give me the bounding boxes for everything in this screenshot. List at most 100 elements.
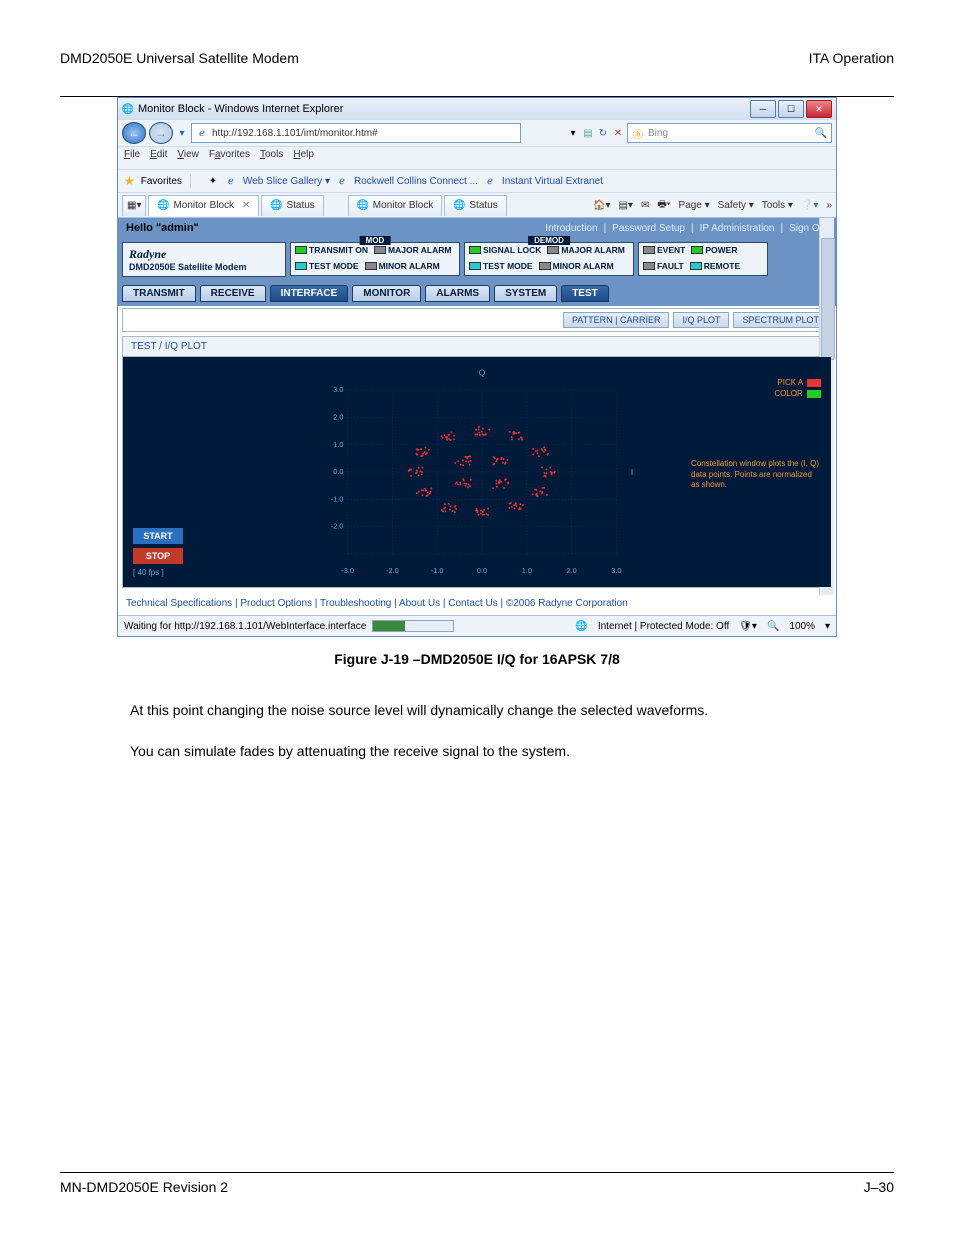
sub-tabs-row: PATTERN | CARRIERI/Q PLOTSPECTRUM PLOT: [122, 308, 832, 332]
svg-text:0.0: 0.0: [333, 467, 343, 476]
nav-tab-transmit[interactable]: TRANSMIT: [122, 285, 196, 302]
nav-tab-test[interactable]: TEST: [561, 285, 609, 302]
safety-menu[interactable]: Safety ▾: [718, 200, 754, 211]
search-icon[interactable]: 🔍: [815, 127, 827, 139]
color-label: COLOR: [774, 389, 802, 398]
swatch-red[interactable]: [807, 379, 821, 387]
dropdown-icon[interactable]: ▾: [176, 127, 188, 139]
print-icon[interactable]: 🖶▾: [657, 197, 670, 214]
led-label: FAULT: [657, 261, 684, 271]
sub-tab[interactable]: SPECTRUM PLOT: [733, 312, 828, 328]
tab-icon: 🌐: [357, 200, 369, 212]
nav-tab-interface[interactable]: INTERFACE: [270, 285, 349, 302]
help-icon[interactable]: ❔▾: [801, 200, 818, 211]
sub-tab[interactable]: I/Q PLOT: [673, 312, 729, 328]
top-link-2[interactable]: IP Administration: [700, 223, 775, 234]
compat-icon[interactable]: ▤: [582, 127, 594, 139]
svg-text:3.0: 3.0: [333, 385, 343, 394]
nav-tab-alarms[interactable]: ALARMS: [425, 285, 490, 302]
led-item: EVENT: [643, 245, 685, 255]
favorites-star-icon[interactable]: ★: [124, 174, 135, 188]
stop-button[interactable]: STOP: [133, 548, 183, 564]
fav-page-icon-2: ℯ: [336, 175, 348, 187]
led-label: TEST MODE: [483, 261, 533, 271]
menu-file[interactable]: File: [124, 149, 140, 167]
tools-menu[interactable]: Tools ▾: [762, 200, 793, 211]
back-button[interactable]: ←: [122, 122, 146, 144]
tab-2-label: Monitor Block: [373, 200, 434, 211]
tab-3[interactable]: 🌐 Status: [444, 195, 506, 216]
minimize-button[interactable]: ─: [750, 100, 776, 118]
svg-text:1.0: 1.0: [522, 566, 532, 575]
led-label: SIGNAL LOCK: [483, 245, 541, 255]
scrollbar-thumb[interactable]: [821, 238, 835, 360]
tab-1[interactable]: 🌐 Status: [261, 195, 323, 216]
home-icon[interactable]: 🏠▾: [593, 200, 610, 211]
close-button[interactable]: ✕: [806, 100, 832, 118]
maximize-button[interactable]: ☐: [778, 100, 804, 118]
address-bar[interactable]: ℯ http://192.168.1.101/imt/monitor.htm#: [191, 123, 521, 143]
zoom-icon[interactable]: 🔍: [767, 621, 779, 632]
tab-close-icon[interactable]: ✕: [242, 200, 250, 211]
swatch-green[interactable]: [807, 390, 821, 398]
search-box[interactable]: ⓑ Bing 🔍: [627, 123, 832, 143]
nav-tab-monitor[interactable]: MONITOR: [352, 285, 421, 302]
tab-icon: 🌐: [157, 200, 169, 212]
bing-icon: ⓑ: [632, 127, 644, 139]
doc-header-right: ITA Operation: [809, 50, 894, 66]
forward-button[interactable]: →: [149, 122, 173, 144]
progress-bar: [372, 620, 454, 632]
expand-icon[interactable]: »: [826, 200, 832, 211]
menu-bar: File Edit View Favorites Tools Help: [118, 146, 836, 169]
nav-tab-receive[interactable]: RECEIVE: [200, 285, 266, 302]
top-link-0[interactable]: Introduction: [545, 223, 597, 234]
top-link-1[interactable]: Password Setup: [612, 223, 685, 234]
fps-readout: [ 40 fps ]: [133, 568, 273, 577]
plot-panel-title: TEST / I/Q PLOT: [123, 337, 831, 357]
svg-text:2.0: 2.0: [333, 413, 343, 422]
search-placeholder: Bing: [648, 128, 668, 139]
page-menu[interactable]: Page ▾: [678, 200, 709, 211]
doc-header-left: DMD2050E Universal Satellite Modem: [60, 50, 299, 66]
tab-0[interactable]: 🌐 Monitor Block ✕: [148, 195, 259, 216]
favbar-item-0[interactable]: Web Slice Gallery ▾: [243, 176, 330, 187]
nav-tab-system[interactable]: SYSTEM: [494, 285, 557, 302]
feeds-icon[interactable]: ▤▾: [618, 200, 632, 211]
led-label: MAJOR ALARM: [561, 245, 624, 255]
menu-edit[interactable]: Edit: [150, 149, 167, 167]
menu-favorites[interactable]: Favorites: [209, 149, 250, 167]
svg-text:1.0: 1.0: [333, 440, 343, 449]
mail-icon[interactable]: ✉: [641, 200, 649, 211]
quick-tabs-button[interactable]: ▦▾: [122, 195, 146, 216]
side-group: EVENT POWER FAULT REMOTE: [638, 242, 768, 276]
tab-icon: 🌐: [453, 200, 465, 212]
zoom-dropdown-icon[interactable]: ▾: [825, 621, 830, 632]
led-indicator: [691, 246, 703, 254]
refresh-icon[interactable]: ↻: [597, 127, 609, 139]
pick-label: PICK A: [777, 378, 802, 387]
fav-suggested-icon[interactable]: ✦: [207, 175, 219, 187]
app-footer-links[interactable]: Technical Specifications | Product Optio…: [118, 592, 836, 615]
sub-tab[interactable]: PATTERN | CARRIER: [563, 312, 670, 328]
svg-text:-2.0: -2.0: [386, 566, 399, 575]
led-item: REMOTE: [690, 261, 740, 271]
tab-icon: 🌐: [270, 200, 282, 212]
menu-tools[interactable]: Tools: [260, 149, 283, 167]
menu-view[interactable]: View: [177, 149, 199, 167]
zoom-value[interactable]: 100%: [789, 621, 815, 632]
led-item: POWER: [691, 245, 737, 255]
favbar-item-2[interactable]: Instant Virtual Extranet: [502, 176, 603, 187]
addr-dropdown-icon[interactable]: ▾: [567, 127, 579, 139]
start-button[interactable]: START: [133, 528, 183, 544]
ie-icon: 🌐: [122, 103, 134, 115]
protected-icon[interactable]: 🛡▾: [739, 621, 757, 632]
tab-2[interactable]: 🌐 Monitor Block: [348, 195, 443, 216]
tab-1-label: Status: [286, 200, 314, 211]
iq-chart: -3.0-2.0-1.00.01.02.03.0-2.0-1.00.01.02.…: [283, 367, 681, 577]
led-label: TEST MODE: [309, 261, 359, 271]
favbar-item-1[interactable]: Rockwell Collins Connect ...: [354, 176, 478, 187]
stop-icon[interactable]: ✕: [612, 127, 624, 139]
body-para-1: At this point changing the noise source …: [130, 697, 810, 724]
menu-help[interactable]: Help: [293, 149, 314, 167]
svg-text:2.0: 2.0: [567, 566, 577, 575]
